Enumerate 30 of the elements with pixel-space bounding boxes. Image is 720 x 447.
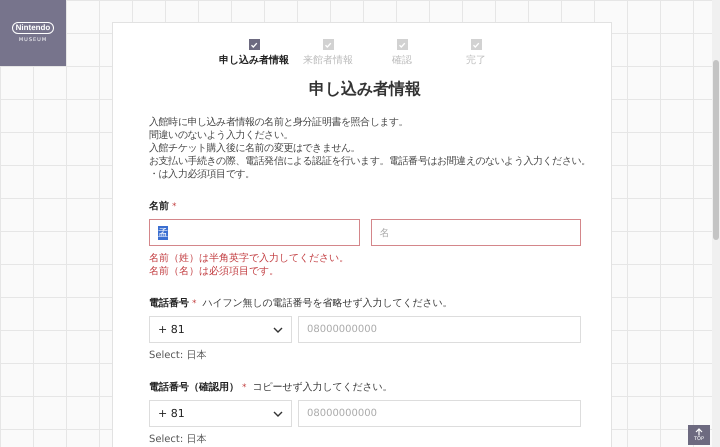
input-field[interactable]: 孟 [149,219,360,246]
field-label: 名前 [149,200,169,213]
intro-text: お支払い手続きの際、電話発信による認証を行います。電話番号はお間違えのないよう入力ください。 [149,155,591,168]
intro-text: 間違いのないよう入力ください。 [149,129,294,142]
scrollbar[interactable] [712,0,720,447]
select-note: Select: 日本 [149,432,208,446]
intro-text: 入館チケット購入後に名前の変更はできません。 [149,142,360,155]
country-code-dropdown[interactable]: + 81 [149,400,292,427]
field-hint: ハイフン無しの電話番号を省略せず入力してください。 [202,296,452,310]
required-mark: * [192,299,196,309]
step-label: 確認 [392,54,412,67]
intro-text: ・は入力必須項目です。 [149,168,255,181]
select-note: Select: 日本 [149,348,208,362]
required-mark: * [242,383,246,393]
brand-logo-text: Nintendo [12,22,54,34]
chevron-down-icon [273,326,283,332]
field-label: 電話番号（確認用） [149,380,239,394]
step-label: 完了 [466,54,486,67]
field-hint: コピーせず入力してください。 [252,380,392,394]
error-message: 名前（姓）は半角英字で入力してください。 [149,252,350,265]
required-mark: * [172,202,176,212]
error-message: 名前（名）は必須項目です。 [149,265,280,278]
step-label: 来館者情報 [303,54,353,67]
chevron-down-icon [273,410,283,416]
step-label: 申し込み者情報 [219,54,289,67]
field-label: 電話番号 [149,296,189,310]
country-code-dropdown[interactable]: + 81 [149,316,292,343]
page-title: 申し込み者情報 [308,79,422,100]
arrow-up-icon [695,428,703,436]
intro-text: 入館時に申し込み者情報の名前と身分証明書を照合します。 [149,116,408,129]
